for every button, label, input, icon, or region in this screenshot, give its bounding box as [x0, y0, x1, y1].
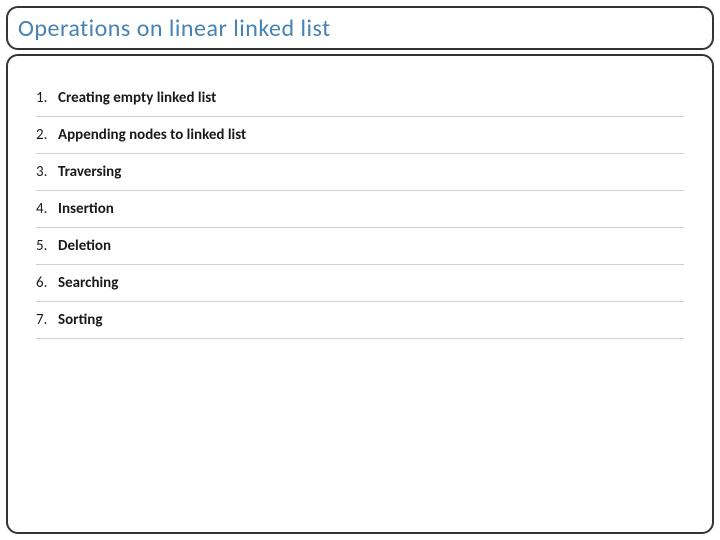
- list-number: 2.: [36, 126, 58, 144]
- list-text: Insertion: [58, 200, 114, 218]
- list-item: 2. Appending nodes to linked list: [36, 117, 684, 154]
- list-text: Sorting: [58, 311, 102, 329]
- list-item: 7. Sorting: [36, 302, 684, 339]
- list-item: 4. Insertion: [36, 191, 684, 228]
- list-text: Searching: [58, 274, 118, 292]
- list-number: 3.: [36, 163, 58, 181]
- list-number: 4.: [36, 200, 58, 218]
- content-box: 1. Creating empty linked list 2. Appendi…: [6, 54, 714, 534]
- list-text: Creating empty linked list: [58, 89, 216, 107]
- list-text: Appending nodes to linked list: [58, 126, 246, 144]
- list-number: 7.: [36, 311, 58, 329]
- list-item: 1. Creating empty linked list: [36, 80, 684, 117]
- list-item: 6. Searching: [36, 265, 684, 302]
- list-number: 5.: [36, 237, 58, 255]
- list-text: Traversing: [58, 163, 121, 181]
- list-item: 5. Deletion: [36, 228, 684, 265]
- list-text: Deletion: [58, 237, 111, 255]
- page-title: Operations on linear linked list: [18, 14, 331, 43]
- operations-list: 1. Creating empty linked list 2. Appendi…: [36, 80, 684, 339]
- header-box: Operations on linear linked list: [6, 6, 714, 50]
- list-number: 6.: [36, 274, 58, 292]
- list-number: 1.: [36, 89, 58, 107]
- list-item: 3. Traversing: [36, 154, 684, 191]
